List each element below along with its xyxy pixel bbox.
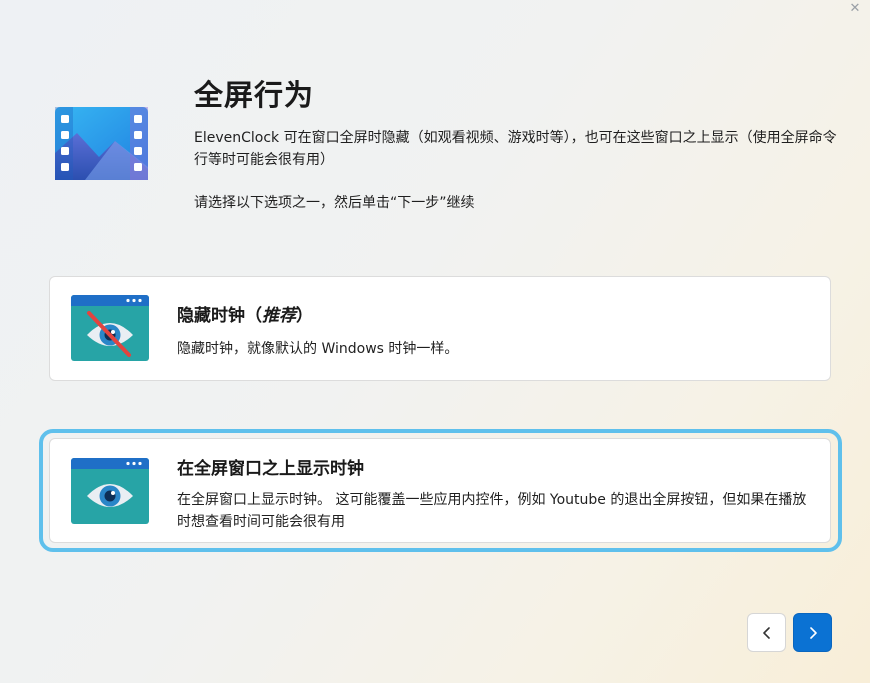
option-show-title: 在全屏窗口之上显示时钟 <box>177 459 364 479</box>
eye-crossed-icon <box>71 295 149 361</box>
page-title: 全屏行为 <box>194 78 315 112</box>
recommended-label: 推荐 <box>262 306 296 326</box>
option-show-clock[interactable]: 在全屏窗口之上显示时钟 在全屏窗口上显示时钟。 这可能覆盖一些应用内控件，例如 … <box>49 438 831 543</box>
page-description: ElevenClock 可在窗口全屏时隐藏（如观看视频、游戏时等），也可在这些窗… <box>194 130 837 168</box>
option-hide-title: 隐藏时钟（推荐） <box>177 306 313 326</box>
option-show-description: 在全屏窗口上显示时钟。 这可能覆盖一些应用内控件，例如 Youtube 的退出全… <box>177 492 807 530</box>
option-hide-description: 隐藏时钟，就像默认的 Windows 时钟一样。 <box>177 341 459 357</box>
back-button[interactable] <box>747 613 786 652</box>
instruction-text: 请选择以下选项之一，然后单击“下一步”继续 <box>194 195 475 211</box>
chevron-right-icon <box>809 626 817 639</box>
chevron-left-icon <box>762 626 770 639</box>
next-button[interactable] <box>793 613 832 652</box>
option-hide-clock[interactable]: 隐藏时钟（推荐） 隐藏时钟，就像默认的 Windows 时钟一样。 <box>49 276 831 381</box>
eye-icon <box>71 458 149 524</box>
video-frame-icon <box>55 107 148 180</box>
close-button[interactable]: ✕ <box>848 2 862 16</box>
